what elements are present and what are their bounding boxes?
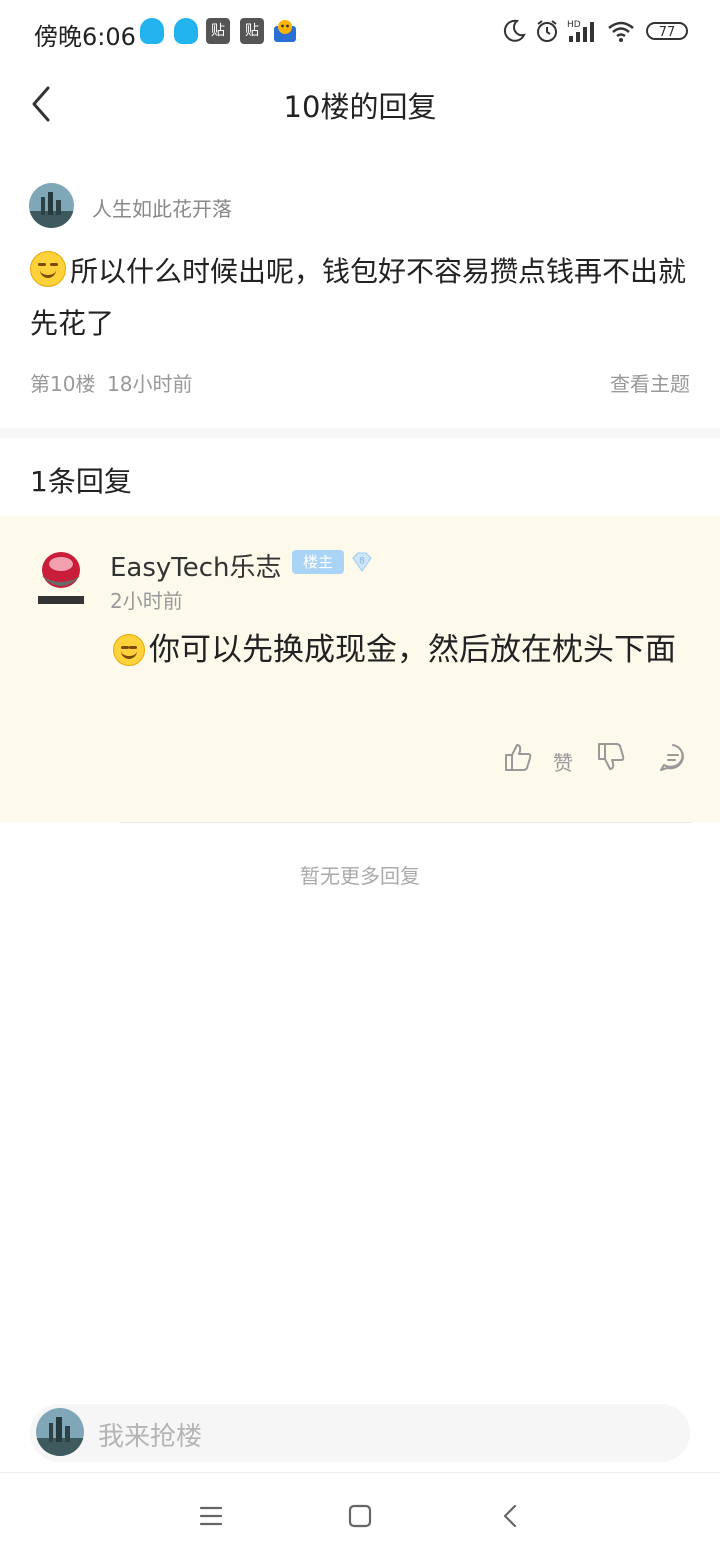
tieba-icon: 贴	[206, 18, 230, 44]
op-content-text: 所以什么时候出呢，钱包好不容易攒点钱再不出就先花了	[30, 255, 687, 340]
op-timestamp: 18小时前	[107, 372, 193, 396]
page-title: 10楼的回复	[283, 90, 437, 124]
op-content: 所以什么时候出呢，钱包好不容易攒点钱再不出就先花了	[30, 246, 698, 350]
view-thread-link[interactable]: 查看主题	[610, 368, 690, 397]
smile-emoji-icon	[30, 251, 66, 287]
home-icon[interactable]	[343, 1498, 377, 1534]
reply-content-text: 你可以先换成现金，然后放在枕头下面	[149, 632, 676, 668]
signal-hd-icon: HD	[567, 20, 594, 42]
reply-count-header: 1条回复	[30, 465, 132, 498]
owner-badge: 楼主	[292, 550, 344, 574]
comment-icon[interactable]	[658, 741, 688, 773]
reply-input-placeholder[interactable]: 我来抢楼	[98, 1416, 202, 1453]
reply-timestamp: 2小时前	[110, 589, 183, 613]
like-label[interactable]: 赞	[553, 747, 573, 776]
back-icon[interactable]	[494, 1498, 528, 1534]
section-divider	[0, 428, 720, 438]
status-time: 傍晚6:06	[34, 23, 136, 51]
op-floor-number: 第10楼	[30, 372, 96, 396]
op-avatar[interactable]	[29, 183, 74, 228]
video-app-icon	[274, 20, 296, 42]
tieba-icon: 贴	[240, 18, 264, 44]
moon-icon	[503, 19, 526, 42]
qq-icon	[174, 18, 198, 44]
reply-author-name[interactable]: EasyTech乐志	[110, 547, 282, 584]
wifi-icon	[608, 21, 634, 42]
battery-icon: 77	[646, 22, 688, 40]
page: 傍晚6:06 贴 贴 HD 77 10楼的回复 人生如此花开落 所以什么时候出呢…	[0, 0, 720, 1560]
svg-text:HD: HD	[567, 20, 581, 30]
my-avatar	[36, 1408, 84, 1456]
no-more-replies: 暂无更多回复	[300, 864, 420, 888]
alarm-icon	[537, 20, 557, 42]
level-diamond-icon: 8	[352, 552, 372, 572]
thumbs-up-icon[interactable]	[503, 741, 533, 773]
level-number: 8	[359, 557, 365, 567]
op-author-name[interactable]: 人生如此花开落	[92, 193, 232, 222]
divider	[120, 822, 692, 823]
reply-content: 你可以先换成现金，然后放在枕头下面	[113, 624, 693, 676]
menu-icon[interactable]	[194, 1498, 228, 1534]
qq-icon	[140, 18, 164, 44]
thumbs-down-icon[interactable]	[596, 741, 626, 773]
status-bar: 傍晚6:06 贴 贴 HD 77	[0, 0, 720, 64]
reply-avatar[interactable]	[36, 548, 86, 606]
smile-emoji-icon	[113, 634, 145, 666]
